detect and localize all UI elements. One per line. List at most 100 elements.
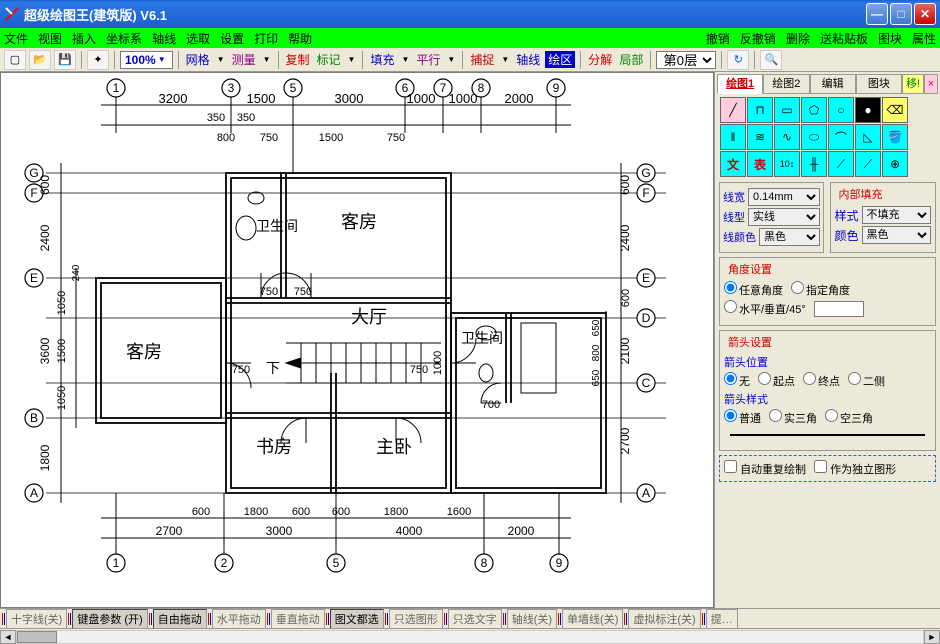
status-freedrag[interactable]: 自由拖动 bbox=[153, 609, 207, 629]
tool-sine[interactable]: ∿ bbox=[774, 124, 800, 150]
radio-arrow-start[interactable]: 起点 bbox=[758, 372, 795, 389]
status-virtualdim[interactable]: 虚拟标注(关) bbox=[628, 609, 700, 629]
tool-local[interactable]: 局部 bbox=[617, 51, 645, 68]
tool-mark[interactable]: 标记 bbox=[315, 51, 343, 68]
minimize-button[interactable]: — bbox=[866, 3, 888, 25]
open-button[interactable]: 📂 bbox=[29, 50, 51, 70]
menu-axes[interactable]: 轴线 bbox=[152, 30, 176, 47]
status-axis[interactable]: 轴线(关) bbox=[507, 609, 557, 629]
check-auto-repeat[interactable]: 自动重复绘制 bbox=[724, 460, 806, 477]
tool-line[interactable]: ╱ bbox=[720, 97, 746, 123]
line-width-select[interactable]: 0.14mm bbox=[748, 188, 820, 206]
scroll-thumb[interactable] bbox=[17, 631, 57, 643]
menu-insert[interactable]: 插入 bbox=[72, 30, 96, 47]
tab-edit[interactable]: 编辑 bbox=[810, 74, 856, 94]
menu-select[interactable]: 选取 bbox=[186, 30, 210, 47]
radio-angle-hv[interactable]: 水平/垂直/45° bbox=[724, 300, 806, 317]
menu-settings[interactable]: 设置 bbox=[220, 30, 244, 47]
menu-print[interactable]: 打印 bbox=[254, 30, 278, 47]
tab-block[interactable]: 图块 bbox=[856, 74, 902, 94]
tool-arc[interactable]: ⌒ bbox=[828, 124, 854, 150]
tab-draw1[interactable]: 绘图1 bbox=[717, 74, 763, 94]
tab-move[interactable]: 移! bbox=[902, 74, 924, 94]
radio-arrow-both[interactable]: 二侧 bbox=[848, 372, 885, 389]
menu-block[interactable]: 图块 bbox=[878, 30, 902, 47]
angle-input[interactable] bbox=[814, 301, 864, 317]
close-button[interactable]: ✕ bbox=[914, 3, 936, 25]
menu-view[interactable]: 视图 bbox=[38, 30, 62, 47]
scroll-right[interactable]: ► bbox=[924, 630, 940, 644]
tool-dimension[interactable]: 10↕ bbox=[774, 151, 800, 177]
tool-parallel[interactable]: 平行 bbox=[414, 51, 442, 68]
menu-coords[interactable]: 坐标系 bbox=[106, 30, 142, 47]
tool-rect[interactable]: ▭ bbox=[774, 97, 800, 123]
status-selectgfx[interactable]: 只选图形 bbox=[389, 609, 443, 629]
menu-delete[interactable]: 删除 bbox=[786, 30, 810, 47]
status-vdrag[interactable]: 垂直拖动 bbox=[271, 609, 325, 629]
tool-polyline[interactable]: ⊓ bbox=[747, 97, 773, 123]
tool-axis[interactable]: 轴线 bbox=[514, 51, 542, 68]
line-color-select[interactable]: 黑色 bbox=[759, 228, 820, 246]
tool-fill[interactable]: 填充 bbox=[368, 51, 396, 68]
scroll-left[interactable]: ◄ bbox=[0, 630, 16, 644]
tool-compass[interactable]: ⊕ bbox=[882, 151, 908, 177]
radio-angle-fixed[interactable]: 指定角度 bbox=[791, 281, 850, 298]
tool-snap[interactable]: 捕捉 bbox=[468, 51, 496, 68]
layer-select[interactable]: 第0层 bbox=[656, 51, 716, 69]
new-button[interactable]: ▢ bbox=[4, 50, 26, 70]
tab-close[interactable]: × bbox=[924, 74, 938, 94]
drawing-canvas[interactable]: 客房 客房 卫生间 卫生间 大厅 书房 主卧 下 13 56 78 9 bbox=[0, 72, 714, 608]
radio-arrow-none[interactable]: 无 bbox=[724, 372, 750, 389]
menu-help[interactable]: 帮助 bbox=[288, 30, 312, 47]
statusbar: 十字线(关) 键盘参数 (开) 自由拖动 水平拖动 垂直拖动 图文都选 只选图形… bbox=[0, 608, 940, 628]
tool-polygon[interactable]: ⬠ bbox=[801, 97, 827, 123]
radio-arrowstyle-normal[interactable]: 普通 bbox=[724, 409, 761, 426]
tool-parallel-lines[interactable]: ‖ bbox=[720, 124, 746, 150]
tool-dashline[interactable]: ⟋ bbox=[828, 151, 854, 177]
tool-grid[interactable]: 网格 bbox=[184, 51, 212, 68]
tool-eraser[interactable]: ⌫ bbox=[882, 97, 908, 123]
tool-fill-bucket[interactable]: 🪣 bbox=[882, 124, 908, 150]
tool-drawarea[interactable]: 绘区 bbox=[545, 51, 575, 68]
save-button[interactable]: 💾 bbox=[54, 50, 76, 70]
zoom-combo[interactable]: 100%▼ bbox=[120, 51, 173, 69]
status-selecttxt[interactable]: 只选文字 bbox=[448, 609, 502, 629]
radio-arrowstyle-solid[interactable]: 实三角 bbox=[769, 409, 817, 426]
check-independent[interactable]: 作为独立图形 bbox=[814, 460, 896, 477]
menu-clipboard[interactable]: 送粘贴板 bbox=[820, 30, 868, 47]
tool-text[interactable]: 文 bbox=[720, 151, 746, 177]
refresh-button[interactable]: ↻ bbox=[727, 50, 749, 70]
menu-properties[interactable]: 属性 bbox=[912, 30, 936, 47]
status-keyboard[interactable]: 键盘参数 (开) bbox=[72, 609, 147, 629]
palette-button[interactable]: ✦ bbox=[87, 50, 109, 70]
tool-break[interactable]: ╫ bbox=[801, 151, 827, 177]
line-type-select[interactable]: 实线 bbox=[748, 208, 820, 226]
status-crosshair[interactable]: 十字线(关) bbox=[6, 609, 67, 629]
tool-ellipse[interactable]: ⬭ bbox=[801, 124, 827, 150]
radio-angle-free[interactable]: 任意角度 bbox=[724, 281, 783, 298]
radio-arrow-end[interactable]: 终点 bbox=[803, 372, 840, 389]
tool-centerline[interactable]: ⟋ bbox=[855, 151, 881, 177]
maximize-button[interactable]: □ bbox=[890, 3, 912, 25]
status-wall[interactable]: 单墙线(关) bbox=[562, 609, 623, 629]
hscrollbar[interactable]: ◄ ► bbox=[0, 628, 940, 644]
tool-wave[interactable]: ≋ bbox=[747, 124, 773, 150]
tool-sector[interactable]: ◺ bbox=[855, 124, 881, 150]
status-more[interactable]: 提… bbox=[706, 609, 738, 629]
tool-copy[interactable]: 复制 bbox=[284, 51, 312, 68]
preview-button[interactable]: 🔍 bbox=[760, 50, 782, 70]
status-hdrag[interactable]: 水平拖动 bbox=[212, 609, 266, 629]
menu-file[interactable]: 文件 bbox=[4, 30, 28, 47]
fill-color-select[interactable]: 黑色 bbox=[862, 226, 931, 244]
tool-table[interactable]: 表 bbox=[747, 151, 773, 177]
radio-arrowstyle-hollow[interactable]: 空三角 bbox=[825, 409, 873, 426]
tab-draw2[interactable]: 绘图2 bbox=[763, 74, 809, 94]
menu-redo[interactable]: 反撤销 bbox=[740, 30, 776, 47]
tool-measure[interactable]: 测量 bbox=[230, 51, 258, 68]
fill-style-select[interactable]: 不填充 bbox=[862, 206, 931, 224]
tool-circle[interactable]: ○ bbox=[828, 97, 854, 123]
menu-undo[interactable]: 撤销 bbox=[706, 30, 730, 47]
status-selectall[interactable]: 图文都选 bbox=[330, 609, 384, 629]
tool-dot[interactable]: ● bbox=[855, 97, 881, 123]
tool-explode[interactable]: 分解 bbox=[586, 51, 614, 68]
